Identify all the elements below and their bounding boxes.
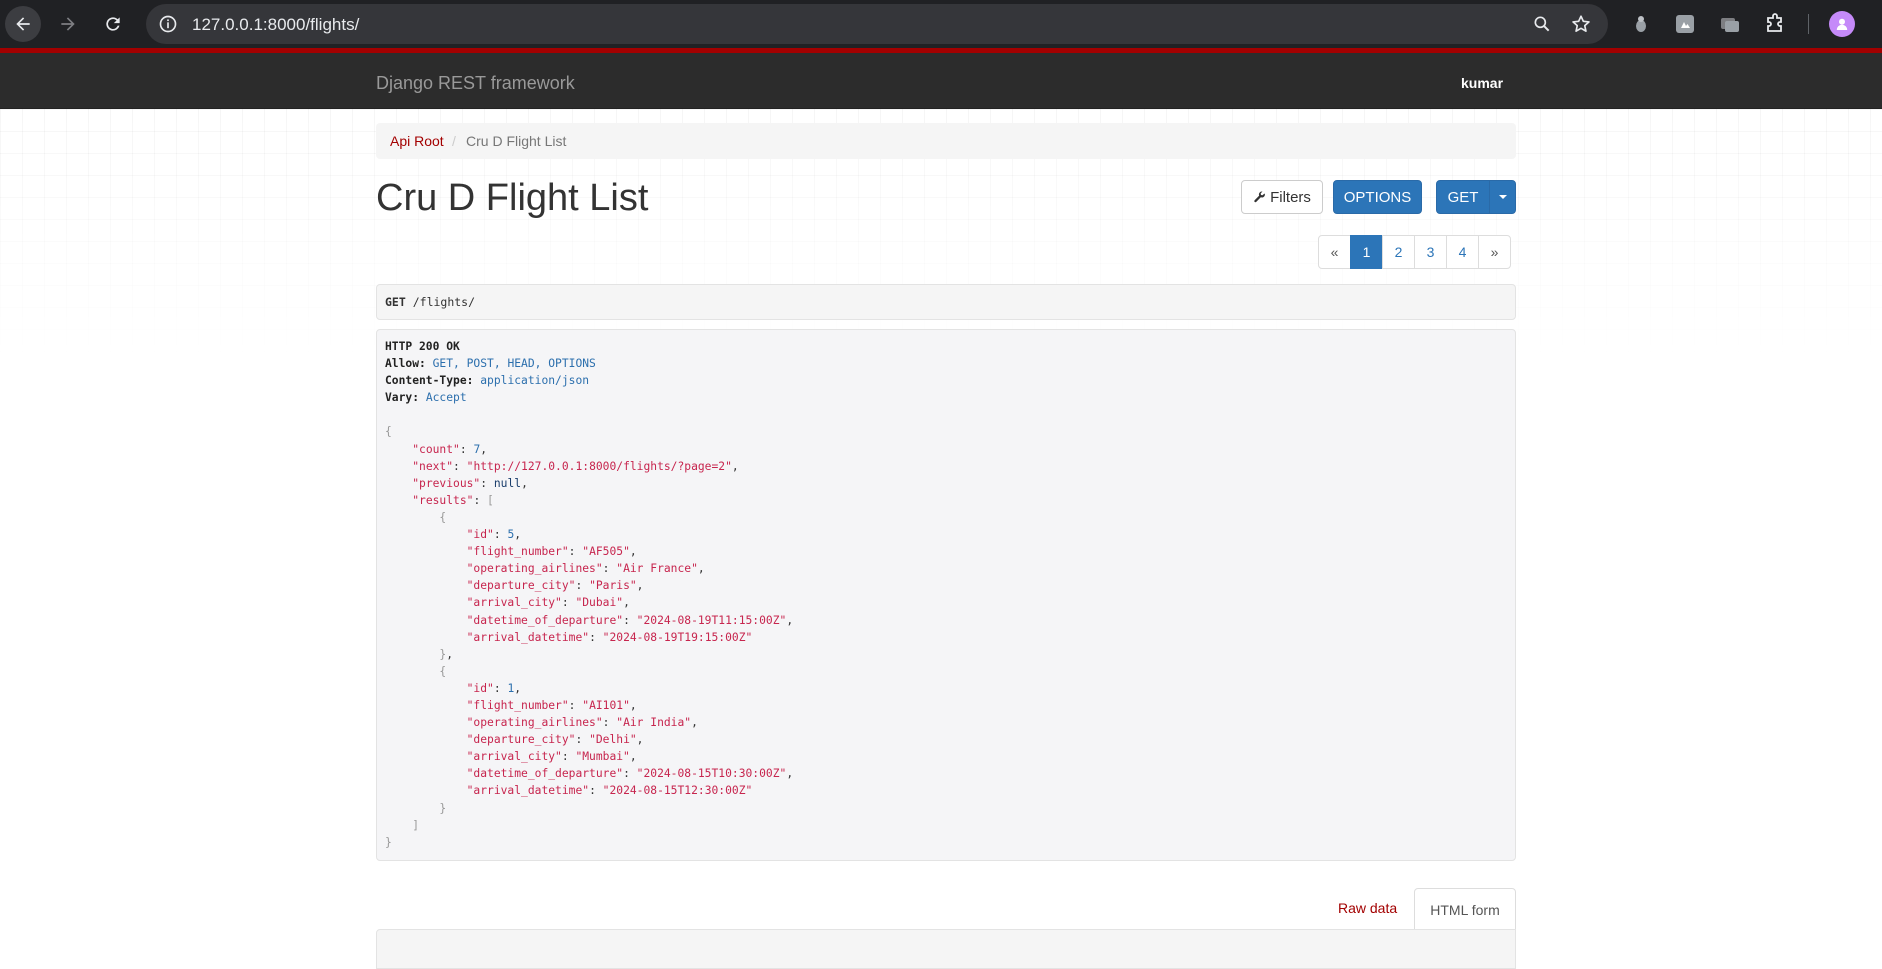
extension-icon[interactable] xyxy=(1629,12,1653,36)
format-dropdown-toggle[interactable] xyxy=(1489,180,1516,214)
reload-icon xyxy=(106,17,120,31)
response-status: HTTP 200 OK xyxy=(385,340,460,353)
header-key: Allow: xyxy=(385,357,426,371)
address-bar[interactable]: 127.0.0.1:8000/flights/ xyxy=(146,4,1608,44)
puzzle-extensions-icon[interactable] xyxy=(1763,12,1787,36)
profile-icon xyxy=(1836,18,1848,30)
filters-button[interactable]: Filters xyxy=(1241,180,1323,214)
header-value: GET, POST, HEAD, OPTIONS xyxy=(432,357,596,371)
page-3[interactable]: 3 xyxy=(1414,235,1447,269)
site-info-icon[interactable] xyxy=(158,14,178,34)
drf-navbar: Django REST framework kumar xyxy=(0,53,1882,109)
get-button[interactable]: GET xyxy=(1436,180,1490,214)
toolbar-divider xyxy=(1808,14,1809,34)
page-2[interactable]: 2 xyxy=(1382,235,1415,269)
arrow-left-icon xyxy=(16,17,30,31)
breadcrumb-current: Cru D Flight List xyxy=(466,133,567,149)
tab-html-form[interactable]: HTML form xyxy=(1414,888,1516,930)
tab-html-form-label: HTML form xyxy=(1430,901,1500,918)
breadcrumb-separator: / xyxy=(452,133,456,149)
pagination: « 1 2 3 4 » xyxy=(1318,235,1511,269)
zoom-icon[interactable] xyxy=(1532,14,1552,34)
user-menu[interactable]: kumar xyxy=(1461,75,1503,91)
page-1[interactable]: 1 xyxy=(1350,235,1383,269)
forward-button[interactable] xyxy=(50,6,86,42)
navbar-brand[interactable]: Django REST framework xyxy=(376,73,575,94)
response-info: HTTP 200 OK Allow: GET, POST, HEAD, OPTI… xyxy=(376,329,1516,861)
options-label: OPTIONS xyxy=(1343,188,1412,206)
wrench-icon xyxy=(1254,190,1265,202)
arrow-right-icon xyxy=(61,17,75,31)
caret-down-icon xyxy=(1498,195,1507,199)
extension-icon[interactable] xyxy=(1673,12,1697,36)
url-text[interactable]: 127.0.0.1:8000/flights/ xyxy=(192,15,359,35)
request-info: GET /flights/ xyxy=(376,284,1516,320)
response-json-body: { "count": 7, "next": "http://127.0.0.1:… xyxy=(385,425,794,849)
options-button[interactable]: OPTIONS xyxy=(1333,180,1422,214)
tab-group-icon[interactable] xyxy=(1718,12,1742,36)
breadcrumb: Api Root / Cru D Flight List xyxy=(376,123,1516,159)
page-prev[interactable]: « xyxy=(1318,235,1351,269)
page-4[interactable]: 4 xyxy=(1446,235,1479,269)
tab-raw-data[interactable]: Raw data xyxy=(1338,900,1397,916)
get-label: GET xyxy=(1447,188,1479,206)
browser-toolbar: 127.0.0.1:8000/flights/ xyxy=(0,0,1882,48)
header-key: Content-Type: xyxy=(385,374,474,388)
form-tabs: Raw data HTML form xyxy=(376,888,1516,930)
request-path: /flights/ xyxy=(412,295,476,309)
filters-label: Filters xyxy=(1270,188,1311,206)
header-key: Vary: xyxy=(385,391,420,405)
profile-avatar[interactable] xyxy=(1829,11,1855,37)
page-title: Cru D Flight List xyxy=(376,177,649,219)
header-value: Accept xyxy=(425,391,467,405)
request-method: GET xyxy=(385,295,406,309)
breadcrumb-api-root[interactable]: Api Root xyxy=(390,133,444,149)
bookmark-star-icon[interactable] xyxy=(1570,13,1592,35)
header-value: application/json xyxy=(480,374,590,388)
form-panel xyxy=(376,929,1516,969)
page-next[interactable]: » xyxy=(1478,235,1511,269)
back-button[interactable] xyxy=(5,6,41,42)
reload-button[interactable] xyxy=(95,6,131,42)
